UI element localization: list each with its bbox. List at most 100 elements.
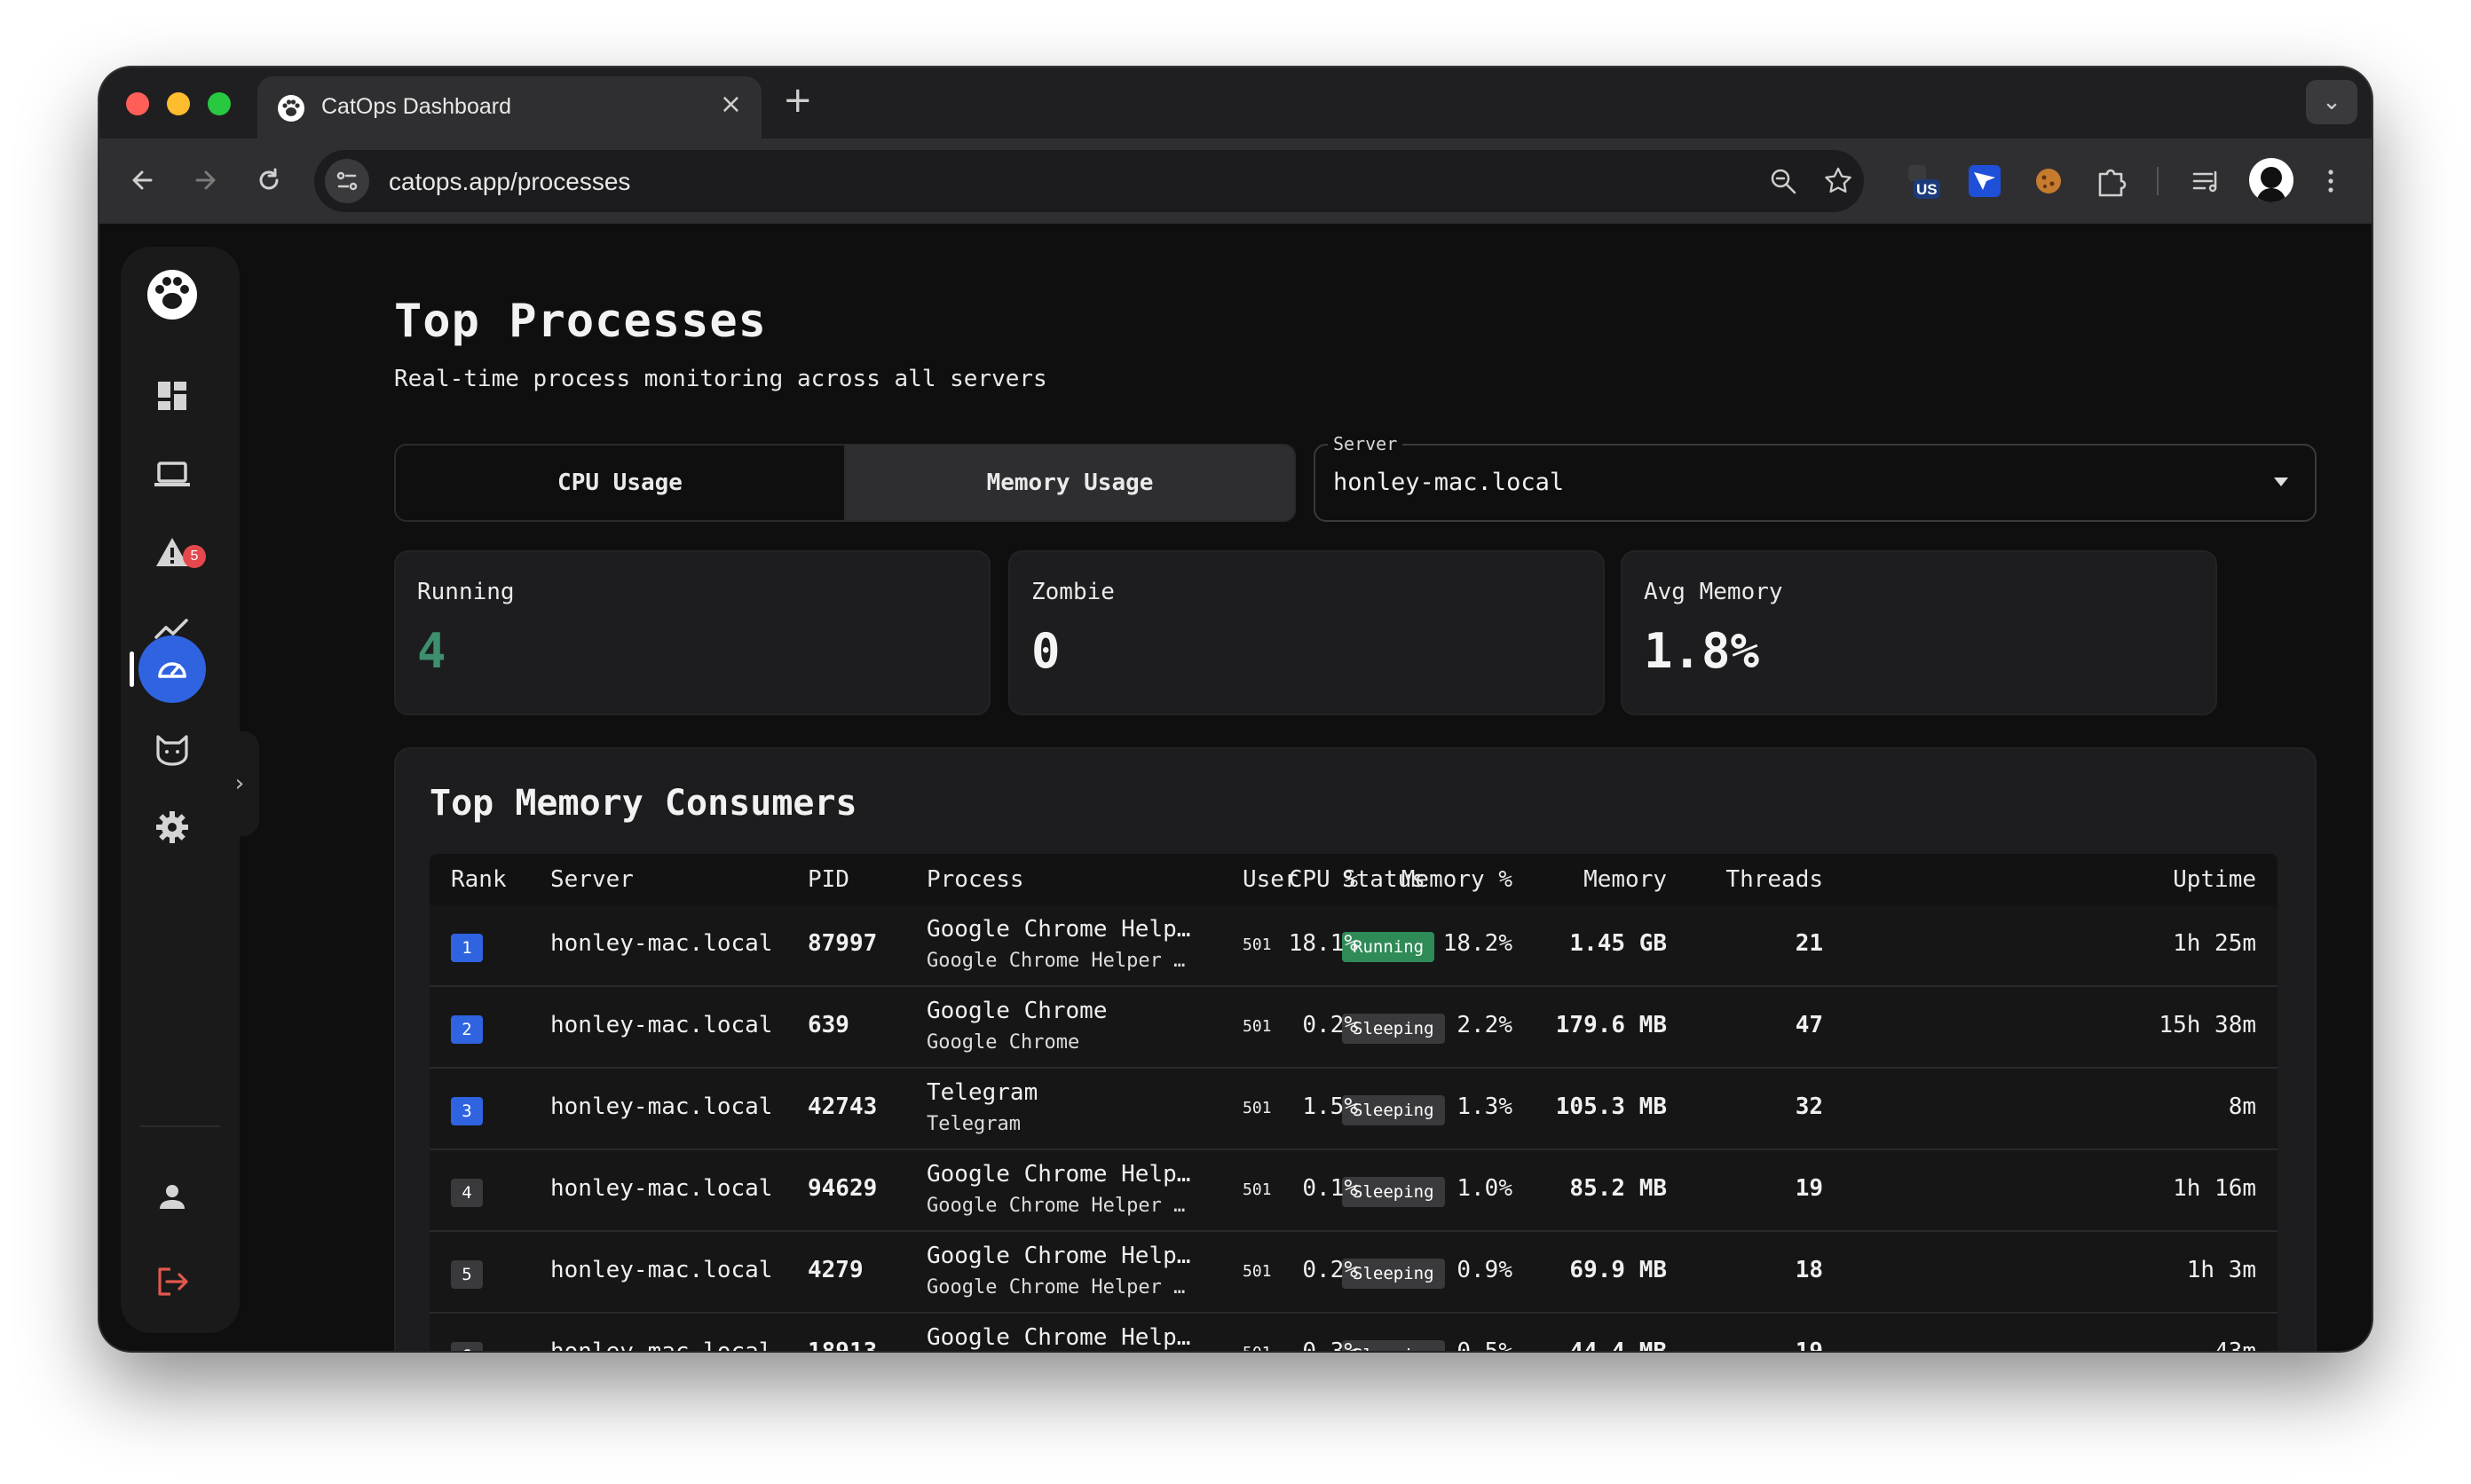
col-uptime[interactable]: Uptime — [2173, 866, 2256, 893]
stat-value: 4 — [417, 623, 446, 679]
process-subtitle: Google Chrome Helper … — [927, 1276, 1186, 1298]
table-header: Rank Server PID Process User Status CPU … — [430, 854, 2278, 905]
maximize-window-button[interactable] — [208, 92, 231, 115]
rank-badge: 1 — [451, 934, 483, 962]
minimize-window-button[interactable] — [167, 92, 190, 115]
sidebar-item-settings[interactable] — [138, 793, 206, 861]
more-menu-icon[interactable] — [2309, 160, 2352, 202]
reload-icon[interactable] — [247, 158, 291, 202]
laptop-icon — [154, 462, 190, 486]
site-info-icon[interactable] — [325, 159, 369, 203]
speedometer-icon — [158, 662, 186, 678]
process-name: Google Chrome Help… — [927, 916, 1191, 943]
table-row[interactable]: 1 honley-mac.local 87997 Google Chrome H… — [430, 905, 2278, 987]
server-cell: honley-mac.local — [550, 1012, 773, 1038]
process-name: Google Chrome Help… — [927, 1324, 1191, 1351]
stat-label: Zombie — [1031, 579, 1115, 605]
col-server[interactable]: Server — [550, 866, 634, 893]
process-name: Telegram — [927, 1079, 1038, 1106]
threads-cell: 21 — [1795, 930, 1823, 957]
col-cpu[interactable]: CPU % — [1289, 866, 1358, 893]
server-cell: honley-mac.local — [550, 930, 773, 957]
uptime-cell: 8m — [2228, 1093, 2256, 1120]
col-threads[interactable]: Threads — [1725, 866, 1823, 893]
threads-cell: 18 — [1795, 1257, 1823, 1283]
rank-badge: 5 — [451, 1260, 483, 1289]
pid-cell: 4279 — [808, 1257, 864, 1283]
toolbar-divider — [2157, 167, 2159, 195]
mem-pct-cell: 0.9% — [1457, 1257, 1512, 1283]
col-memory[interactable]: Memory — [1583, 866, 1667, 893]
sidebar-item-profile[interactable] — [138, 1163, 206, 1230]
url-text[interactable]: catops.app/processes — [389, 168, 630, 196]
tab-search-button[interactable]: ⌄ — [2306, 80, 2357, 124]
uptime-cell: 15h 38m — [2159, 1012, 2256, 1038]
sidebar-item-dashboard[interactable] — [138, 362, 206, 430]
uptime-cell: 43m — [2214, 1338, 2256, 1351]
pid-cell: 42743 — [808, 1093, 878, 1120]
table-row[interactable]: 3 honley-mac.local 42743 Telegram Telegr… — [430, 1069, 2278, 1150]
browser-tab[interactable]: CatOps Dashboard × — [257, 76, 762, 138]
page-title: Top Processes — [394, 295, 767, 348]
pid-cell: 639 — [808, 1012, 849, 1038]
user-cell: 501 — [1243, 1262, 1272, 1281]
avg-memory-stat-card: Avg Memory 1.8% — [1621, 550, 2217, 715]
sidebar-item-processes[interactable] — [138, 635, 206, 703]
table-row[interactable]: 5 honley-mac.local 4279 Google Chrome He… — [430, 1232, 2278, 1314]
cpu-usage-tab[interactable]: CPU Usage — [396, 446, 844, 520]
address-bar[interactable]: catops.app/processes — [314, 150, 1864, 212]
cookie-extension-icon[interactable] — [2027, 160, 2070, 202]
paw-logo-icon — [147, 270, 197, 320]
new-tab-button[interactable]: + — [783, 80, 813, 121]
catops-logo[interactable] — [138, 261, 206, 328]
server-select-value[interactable]: honley-mac.local — [1333, 469, 1564, 496]
zoom-icon[interactable] — [1766, 164, 1800, 198]
table-row[interactable]: 2 honley-mac.local 639 Google Chrome Goo… — [430, 987, 2278, 1069]
server-select[interactable]: Server honley-mac.local — [1314, 433, 2317, 522]
sidebar-item-servers[interactable] — [138, 440, 206, 508]
process-name: Google Chrome Help… — [927, 1243, 1191, 1269]
user-cell: 501 — [1243, 1344, 1272, 1351]
dropdown-caret-icon[interactable] — [2274, 478, 2288, 486]
stat-value: 1.8% — [1644, 623, 1760, 679]
uptime-cell: 1h 25m — [2173, 930, 2256, 957]
send-extension-icon[interactable] — [1963, 160, 2006, 202]
tab-strip: CatOps Dashboard × + ⌄ — [99, 67, 2372, 138]
mem-pct-cell: 18.2% — [1442, 930, 1512, 957]
stat-value: 0 — [1031, 623, 1061, 679]
arrow-left-icon[interactable] — [121, 158, 165, 202]
reading-list-icon[interactable] — [2185, 160, 2228, 202]
chevron-right-icon: › — [234, 770, 245, 797]
sidebar-item-cats[interactable] — [138, 715, 206, 783]
arrow-right-icon[interactable] — [183, 158, 227, 202]
avatar[interactable] — [2249, 158, 2293, 202]
close-tab-icon[interactable]: × — [720, 89, 742, 120]
col-pid[interactable]: PID — [808, 866, 849, 893]
close-window-button[interactable] — [126, 92, 149, 115]
running-stat-card: Running 4 — [394, 550, 991, 715]
memory-cell: 85.2 MB — [1569, 1175, 1667, 1202]
mem-pct-cell: 2.2% — [1457, 1012, 1512, 1038]
memory-usage-tab[interactable]: Memory Usage — [846, 446, 1294, 520]
stat-label: Running — [417, 579, 515, 605]
threads-cell: 47 — [1795, 1012, 1823, 1038]
cpu-cell: 0.2% — [1302, 1012, 1358, 1038]
col-rank[interactable]: Rank — [451, 866, 507, 893]
pid-cell: 94629 — [808, 1175, 878, 1202]
col-mem-pct[interactable]: Memory % — [1401, 866, 1512, 893]
sidebar-expand-button[interactable]: › — [220, 731, 259, 836]
vpn-extension-icon[interactable]: US — [1901, 160, 1944, 202]
sidebar-item-logout[interactable] — [138, 1248, 206, 1315]
user-cell: 501 — [1243, 935, 1272, 954]
process-subtitle: Telegram — [927, 1113, 1021, 1135]
table-row[interactable]: 6 honley-mac.local 18913 Google Chrome H… — [430, 1314, 2278, 1351]
table-row[interactable]: 4 honley-mac.local 94629 Google Chrome H… — [430, 1150, 2278, 1232]
memory-cell: 69.9 MB — [1569, 1257, 1667, 1283]
logout-icon — [158, 1267, 188, 1296]
puzzle-extensions-icon[interactable] — [2089, 160, 2132, 202]
cpu-cell: 0.1% — [1302, 1175, 1358, 1202]
star-icon[interactable] — [1821, 164, 1855, 198]
mem-pct-cell: 1.0% — [1457, 1175, 1512, 1202]
col-process[interactable]: Process — [927, 866, 1024, 893]
cpu-cell: 1.5% — [1302, 1093, 1358, 1120]
